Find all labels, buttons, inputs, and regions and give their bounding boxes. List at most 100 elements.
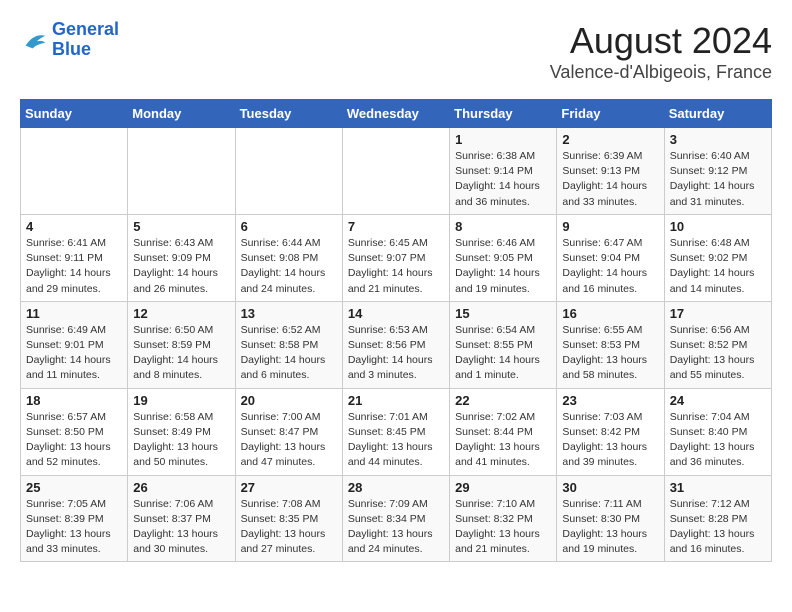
day-number: 30 bbox=[562, 480, 658, 495]
day-info: Sunrise: 7:12 AM Sunset: 8:28 PM Dayligh… bbox=[670, 497, 766, 558]
calendar-cell: 5 Sunrise: 6:43 AM Sunset: 9:09 PM Daylig… bbox=[128, 214, 235, 301]
page-header: General Blue August 2024 Valence-d'Albig… bbox=[20, 20, 772, 83]
calendar-week-1: 1Sunrise: 6:38 AM Sunset: 9:14 PM Daylig… bbox=[21, 128, 772, 215]
calendar-cell: 17 Sunrise: 6:56 AM Sunset: 8:52 PM Dayli… bbox=[664, 301, 771, 388]
calendar-cell: 29Sunrise: 7:10 AM Sunset: 8:32 PM Dayli… bbox=[450, 475, 557, 562]
day-number: 26 bbox=[133, 480, 229, 495]
day-number: 6 bbox=[241, 219, 337, 234]
day-info: Sunrise: 7:11 AM Sunset: 8:30 PM Dayligh… bbox=[562, 497, 658, 558]
day-info: Sunrise: 6:39 AM Sunset: 9:13 PM Dayligh… bbox=[562, 149, 658, 210]
calendar-cell: 13Sunrise: 6:52 AM Sunset: 8:58 PM Dayli… bbox=[235, 301, 342, 388]
day-number: 16 bbox=[562, 306, 658, 321]
calendar-cell bbox=[235, 128, 342, 215]
day-info: Sunrise: 6:52 AM Sunset: 8:58 PM Dayligh… bbox=[241, 323, 337, 384]
day-number: 9 bbox=[562, 219, 658, 234]
day-number: 10 bbox=[670, 219, 766, 234]
calendar-cell: 19 Sunrise: 6:58 AM Sunset: 8:49 PM Dayli… bbox=[128, 388, 235, 475]
day-info: Sunrise: 6:57 AM Sunset: 8:50 PM Dayligh… bbox=[26, 410, 122, 471]
day-info: Sunrise: 6:45 AM Sunset: 9:07 PM Dayligh… bbox=[348, 236, 444, 297]
calendar-week-5: 25 Sunrise: 7:05 AM Sunset: 8:39 PM Dayli… bbox=[21, 475, 772, 562]
day-number: 11 bbox=[26, 306, 122, 321]
calendar-cell: 22Sunrise: 7:02 AM Sunset: 8:44 PM Dayli… bbox=[450, 388, 557, 475]
calendar-week-4: 18Sunrise: 6:57 AM Sunset: 8:50 PM Dayli… bbox=[21, 388, 772, 475]
calendar-cell: 25 Sunrise: 7:05 AM Sunset: 8:39 PM Dayli… bbox=[21, 475, 128, 562]
day-number: 12 bbox=[133, 306, 229, 321]
day-info: Sunrise: 6:44 AM Sunset: 9:08 PM Dayligh… bbox=[241, 236, 337, 297]
day-info: Sunrise: 7:10 AM Sunset: 8:32 PM Dayligh… bbox=[455, 497, 551, 558]
day-number: 27 bbox=[241, 480, 337, 495]
day-info: Sunrise: 6:43 AM Sunset: 9:09 PM Dayligh… bbox=[133, 236, 229, 297]
day-info: Sunrise: 7:08 AM Sunset: 8:35 PM Dayligh… bbox=[241, 497, 337, 558]
day-number: 21 bbox=[348, 393, 444, 408]
day-number: 8 bbox=[455, 219, 551, 234]
day-info: Sunrise: 6:50 AM Sunset: 8:59 PM Dayligh… bbox=[133, 323, 229, 384]
calendar-cell: 14 Sunrise: 6:53 AM Sunset: 8:56 PM Dayli… bbox=[342, 301, 449, 388]
calendar-week-2: 4 Sunrise: 6:41 AM Sunset: 9:11 PM Daylig… bbox=[21, 214, 772, 301]
day-info: Sunrise: 7:03 AM Sunset: 8:42 PM Dayligh… bbox=[562, 410, 658, 471]
calendar-cell: 20Sunrise: 7:00 AM Sunset: 8:47 PM Dayli… bbox=[235, 388, 342, 475]
calendar-header-row: SundayMondayTuesdayWednesdayThursdayFrid… bbox=[21, 100, 772, 128]
day-info: Sunrise: 7:01 AM Sunset: 8:45 PM Dayligh… bbox=[348, 410, 444, 471]
day-info: Sunrise: 6:53 AM Sunset: 8:56 PM Dayligh… bbox=[348, 323, 444, 384]
day-info: Sunrise: 7:09 AM Sunset: 8:34 PM Dayligh… bbox=[348, 497, 444, 558]
calendar-cell: 10 Sunrise: 6:48 AM Sunset: 9:02 PM Dayli… bbox=[664, 214, 771, 301]
day-number: 7 bbox=[348, 219, 444, 234]
day-info: Sunrise: 7:00 AM Sunset: 8:47 PM Dayligh… bbox=[241, 410, 337, 471]
day-number: 14 bbox=[348, 306, 444, 321]
calendar-cell bbox=[128, 128, 235, 215]
calendar-cell: 8 Sunrise: 6:46 AM Sunset: 9:05 PM Daylig… bbox=[450, 214, 557, 301]
calendar-cell: 30 Sunrise: 7:11 AM Sunset: 8:30 PM Dayli… bbox=[557, 475, 664, 562]
calendar-cell: 6 Sunrise: 6:44 AM Sunset: 9:08 PM Daylig… bbox=[235, 214, 342, 301]
calendar-cell: 26 Sunrise: 7:06 AM Sunset: 8:37 PM Dayli… bbox=[128, 475, 235, 562]
day-info: Sunrise: 6:54 AM Sunset: 8:55 PM Dayligh… bbox=[455, 323, 551, 384]
calendar-cell: 24Sunrise: 7:04 AM Sunset: 8:40 PM Dayli… bbox=[664, 388, 771, 475]
day-info: Sunrise: 6:46 AM Sunset: 9:05 PM Dayligh… bbox=[455, 236, 551, 297]
calendar-cell: 11 Sunrise: 6:49 AM Sunset: 9:01 PM Dayli… bbox=[21, 301, 128, 388]
day-info: Sunrise: 6:41 AM Sunset: 9:11 PM Dayligh… bbox=[26, 236, 122, 297]
calendar-cell: 23 Sunrise: 7:03 AM Sunset: 8:42 PM Dayli… bbox=[557, 388, 664, 475]
calendar-cell: 1Sunrise: 6:38 AM Sunset: 9:14 PM Daylig… bbox=[450, 128, 557, 215]
day-number: 19 bbox=[133, 393, 229, 408]
calendar-cell: 7 Sunrise: 6:45 AM Sunset: 9:07 PM Daylig… bbox=[342, 214, 449, 301]
calendar-cell bbox=[342, 128, 449, 215]
subtitle: Valence-d'Albigeois, France bbox=[550, 62, 772, 83]
day-number: 5 bbox=[133, 219, 229, 234]
calendar-cell: 15 Sunrise: 6:54 AM Sunset: 8:55 PM Dayli… bbox=[450, 301, 557, 388]
day-number: 3 bbox=[670, 132, 766, 147]
day-info: Sunrise: 6:55 AM Sunset: 8:53 PM Dayligh… bbox=[562, 323, 658, 384]
day-info: Sunrise: 6:40 AM Sunset: 9:12 PM Dayligh… bbox=[670, 149, 766, 210]
calendar-cell bbox=[21, 128, 128, 215]
day-info: Sunrise: 6:49 AM Sunset: 9:01 PM Dayligh… bbox=[26, 323, 122, 384]
calendar-cell: 4 Sunrise: 6:41 AM Sunset: 9:11 PM Daylig… bbox=[21, 214, 128, 301]
calendar-header-saturday: Saturday bbox=[664, 100, 771, 128]
day-info: Sunrise: 6:38 AM Sunset: 9:14 PM Dayligh… bbox=[455, 149, 551, 210]
day-info: Sunrise: 6:47 AM Sunset: 9:04 PM Dayligh… bbox=[562, 236, 658, 297]
calendar-header-friday: Friday bbox=[557, 100, 664, 128]
logo: General Blue bbox=[20, 20, 119, 60]
day-info: Sunrise: 7:05 AM Sunset: 8:39 PM Dayligh… bbox=[26, 497, 122, 558]
calendar-cell: 3 Sunrise: 6:40 AM Sunset: 9:12 PM Daylig… bbox=[664, 128, 771, 215]
calendar-cell: 28 Sunrise: 7:09 AM Sunset: 8:34 PM Dayli… bbox=[342, 475, 449, 562]
day-number: 25 bbox=[26, 480, 122, 495]
calendar-cell: 12 Sunrise: 6:50 AM Sunset: 8:59 PM Dayli… bbox=[128, 301, 235, 388]
calendar-cell: 18Sunrise: 6:57 AM Sunset: 8:50 PM Dayli… bbox=[21, 388, 128, 475]
calendar-cell: 21 Sunrise: 7:01 AM Sunset: 8:45 PM Dayli… bbox=[342, 388, 449, 475]
day-info: Sunrise: 6:48 AM Sunset: 9:02 PM Dayligh… bbox=[670, 236, 766, 297]
calendar-cell: 16 Sunrise: 6:55 AM Sunset: 8:53 PM Dayli… bbox=[557, 301, 664, 388]
day-info: Sunrise: 6:58 AM Sunset: 8:49 PM Dayligh… bbox=[133, 410, 229, 471]
calendar-cell: 27 Sunrise: 7:08 AM Sunset: 8:35 PM Dayli… bbox=[235, 475, 342, 562]
day-info: Sunrise: 7:06 AM Sunset: 8:37 PM Dayligh… bbox=[133, 497, 229, 558]
day-info: Sunrise: 7:04 AM Sunset: 8:40 PM Dayligh… bbox=[670, 410, 766, 471]
day-info: Sunrise: 6:56 AM Sunset: 8:52 PM Dayligh… bbox=[670, 323, 766, 384]
day-number: 15 bbox=[455, 306, 551, 321]
day-number: 28 bbox=[348, 480, 444, 495]
calendar-header-tuesday: Tuesday bbox=[235, 100, 342, 128]
main-title: August 2024 bbox=[550, 20, 772, 62]
day-number: 17 bbox=[670, 306, 766, 321]
day-number: 22 bbox=[455, 393, 551, 408]
calendar-header-wednesday: Wednesday bbox=[342, 100, 449, 128]
calendar-header-sunday: Sunday bbox=[21, 100, 128, 128]
calendar-cell: 2Sunrise: 6:39 AM Sunset: 9:13 PM Daylig… bbox=[557, 128, 664, 215]
day-number: 4 bbox=[26, 219, 122, 234]
day-number: 23 bbox=[562, 393, 658, 408]
